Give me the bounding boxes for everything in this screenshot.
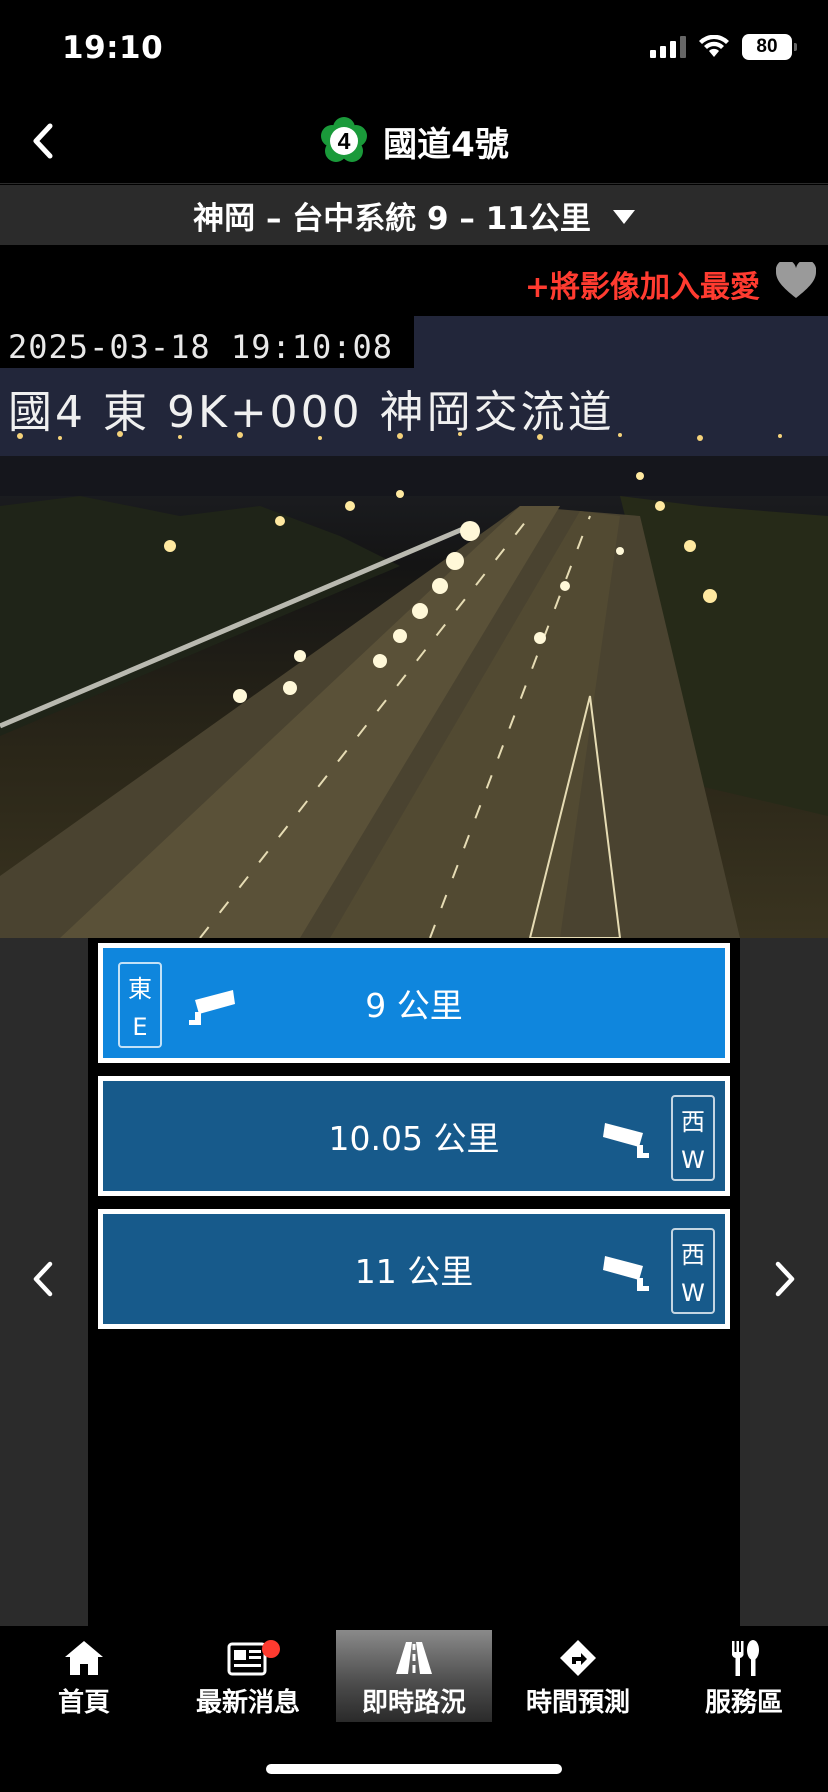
header-title-group: 4 國道4號 [0, 116, 828, 166]
cellular-signal-icon [650, 36, 686, 58]
favorite-row: +將影像加入最愛 [0, 248, 828, 316]
tab-label: 首頁 [57, 1688, 110, 1718]
direction-en: W [681, 1146, 705, 1175]
tab-label: 服務區 [704, 1688, 783, 1718]
battery-icon: 80 [742, 34, 797, 60]
wifi-icon [699, 35, 729, 57]
section-label: 神岡 – 台中系統 9 – 11公里 [193, 200, 591, 237]
notification-dot [262, 1640, 280, 1658]
tab-label: 時間預測 [525, 1688, 630, 1718]
prev-arrow-icon[interactable] [24, 1254, 64, 1304]
direction-badge: 西 W [671, 1228, 715, 1314]
header: 4 國道4號 [0, 100, 828, 184]
add-favorite-link[interactable]: +將影像加入最愛 [525, 262, 760, 306]
direction-en: W [681, 1279, 705, 1308]
tab-label: 最新消息 [195, 1688, 300, 1718]
cctv-camera-icon [603, 1256, 649, 1291]
cctv-camera-icon [603, 1123, 649, 1158]
tab-time-prediction[interactable]: 時間預測 [500, 1630, 656, 1722]
home-indicator[interactable] [266, 1764, 562, 1774]
status-time: 19:10 [62, 30, 164, 66]
camera-button-11km[interactable]: 11 公里 西 W [98, 1209, 730, 1329]
camera-label: 9 公里 [365, 986, 463, 1025]
page-title: 國道4號 [383, 124, 509, 165]
next-panel [740, 938, 828, 1626]
direction-cn: 西 [681, 1107, 705, 1136]
camera-feed-image: 2025-03-18 19:10:08 國4 東 9K+000 神岡交流道 [0, 316, 828, 938]
prev-panel [0, 938, 88, 1626]
utensils-icon [732, 1640, 759, 1676]
status-bar: 19:10 80 [0, 0, 828, 100]
route-badge-icon: 4 [321, 117, 368, 162]
direction-badge: 西 W [671, 1095, 715, 1181]
camera-timestamp: 2025-03-18 19:10:08 [8, 328, 394, 366]
road-icon [396, 1642, 432, 1674]
tab-label: 即時路況 [361, 1688, 466, 1718]
tab-news[interactable]: 最新消息 [170, 1630, 326, 1722]
route-number: 4 [338, 128, 351, 154]
direction-icon [560, 1640, 596, 1676]
home-icon [65, 1641, 103, 1675]
tab-home[interactable]: 首頁 [6, 1630, 162, 1722]
next-arrow-icon[interactable] [764, 1254, 804, 1304]
tab-service-area[interactable]: 服務區 [666, 1630, 822, 1722]
heart-icon[interactable] [776, 262, 816, 300]
direction-cn: 西 [681, 1240, 705, 1269]
status-icons: 80 [650, 34, 797, 60]
camera-location: 國4 東 9K+000 神岡交流道 [8, 387, 615, 438]
caret-down-icon [612, 210, 635, 224]
camera-button-10-05km[interactable]: 10.05 公里 西 W [98, 1076, 730, 1196]
camera-list-area: 東 E 9 公里 10.05 公里 西 W 11 公里 西 W [0, 938, 828, 1626]
camera-button-9km[interactable]: 東 E 9 公里 [98, 943, 730, 1063]
tab-live-traffic[interactable]: 即時路況 [336, 1630, 492, 1722]
section-dropdown[interactable]: 神岡 – 台中系統 9 – 11公里 [0, 185, 828, 245]
